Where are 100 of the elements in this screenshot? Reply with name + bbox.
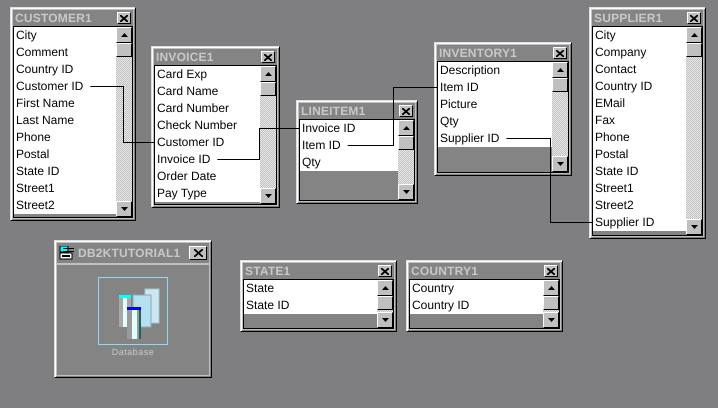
close-icon [194,249,202,257]
scrollbar[interactable] [398,120,414,200]
scrollbar[interactable] [552,62,568,172]
field-item[interactable]: Phone [593,129,686,146]
scroll-up-button[interactable] [543,280,559,296]
scroll-thumb[interactable] [260,82,276,96]
scroll-thumb[interactable] [377,296,393,310]
window-title: STATE1 [245,264,292,278]
scrollbar[interactable] [377,280,393,328]
field-item[interactable]: City [593,27,686,44]
scroll-thumb[interactable] [398,136,414,150]
window-title: LINEITEM1 [301,104,366,118]
field-item[interactable]: Item ID [300,137,398,154]
close-icon [690,14,698,22]
field-item[interactable]: Order Date [155,168,260,185]
scroll-down-button[interactable] [116,201,132,217]
field-item[interactable]: Customer ID [155,134,260,151]
scroll-down-button[interactable] [260,188,276,204]
scrollbar[interactable] [260,66,276,204]
field-item[interactable]: Description [438,62,552,79]
close-button[interactable] [261,51,275,63]
close-button[interactable] [399,105,413,117]
field-item[interactable]: Postal [593,146,686,163]
up-arrow-icon [382,286,388,290]
field-item[interactable]: EMail [593,95,686,112]
field-item[interactable]: Postal [14,146,116,163]
up-arrow-icon [548,286,554,290]
field-item[interactable]: Check Number [155,117,260,134]
scroll-thumb[interactable] [543,296,559,310]
field-item[interactable]: State ID [593,163,686,180]
close-icon [120,14,128,22]
field-item[interactable]: Picture [438,96,552,113]
scrollbar[interactable] [686,27,702,235]
scroll-up-button[interactable] [552,62,568,78]
field-item[interactable]: Company [593,44,686,61]
close-icon [381,268,389,274]
window-title: COUNTRY1 [411,264,480,278]
close-button[interactable] [553,47,567,59]
field-item[interactable]: Customer ID [14,78,116,95]
field-item[interactable]: State ID [244,297,377,314]
scroll-down-button[interactable] [398,184,414,200]
field-item[interactable]: Country ID [14,61,116,78]
field-item[interactable]: Country ID [593,78,686,95]
field-item[interactable]: Contact [593,61,686,78]
scroll-thumb[interactable] [116,43,132,57]
field-item[interactable]: Street2 [593,197,686,214]
field-item[interactable]: Invoice ID [300,120,398,137]
scroll-thumb[interactable] [686,43,702,57]
close-button[interactable] [544,265,558,277]
field-item[interactable]: Card Number [155,100,260,117]
field-item[interactable]: Country [410,280,543,297]
field-item[interactable]: Supplier ID [593,214,686,231]
up-arrow-icon [556,68,564,72]
window-title: INVOICE1 [156,50,215,64]
field-item[interactable]: Qty [438,113,552,130]
field-item[interactable]: State [244,280,377,297]
field-item[interactable]: Fax [593,112,686,129]
up-arrow-icon [402,126,410,130]
down-arrow-icon [264,194,272,198]
down-arrow-icon [690,225,698,229]
scroll-down-button[interactable] [377,312,393,328]
scroll-down-button[interactable] [552,156,568,172]
field-item[interactable]: Last Name [14,112,116,129]
close-button[interactable] [687,12,701,24]
scroll-down-button[interactable] [686,219,702,235]
down-arrow-icon [120,207,128,211]
scroll-up-button[interactable] [260,66,276,82]
close-button[interactable] [378,265,392,277]
field-item[interactable]: Card Exp [155,66,260,83]
field-item[interactable]: Supplier ID [438,130,552,147]
field-item[interactable]: City [14,27,116,44]
close-button[interactable] [189,246,207,260]
field-item[interactable]: State ID [14,163,116,180]
field-item[interactable]: Qty [300,154,398,171]
scroll-down-button[interactable] [543,312,559,328]
scrollbar[interactable] [543,280,559,328]
field-item[interactable]: Comment [14,44,116,61]
field-item[interactable]: Card Name [155,83,260,100]
down-arrow-icon [402,190,410,194]
scroll-up-button[interactable] [398,120,414,136]
close-button[interactable] [117,12,131,24]
scrollbar[interactable] [116,27,132,217]
scroll-up-button[interactable] [686,27,702,43]
field-item[interactable]: Street1 [14,180,116,197]
field-item[interactable]: Street1 [593,180,686,197]
server-icon [59,246,75,260]
field-item[interactable]: Phone [14,129,116,146]
down-arrow-icon [382,318,388,322]
scroll-up-button[interactable] [377,280,393,296]
up-arrow-icon [690,33,698,37]
down-arrow-icon [548,318,554,322]
scroll-up-button[interactable] [116,27,132,43]
field-item[interactable]: Pay Type [155,185,260,202]
field-item[interactable]: Street2 [14,197,116,214]
down-arrow-icon [556,162,564,166]
field-item[interactable]: Item ID [438,79,552,96]
field-item[interactable]: Invoice ID [155,151,260,168]
field-item[interactable]: Country ID [410,297,543,314]
scroll-thumb[interactable] [552,78,568,92]
field-item[interactable]: First Name [14,95,116,112]
